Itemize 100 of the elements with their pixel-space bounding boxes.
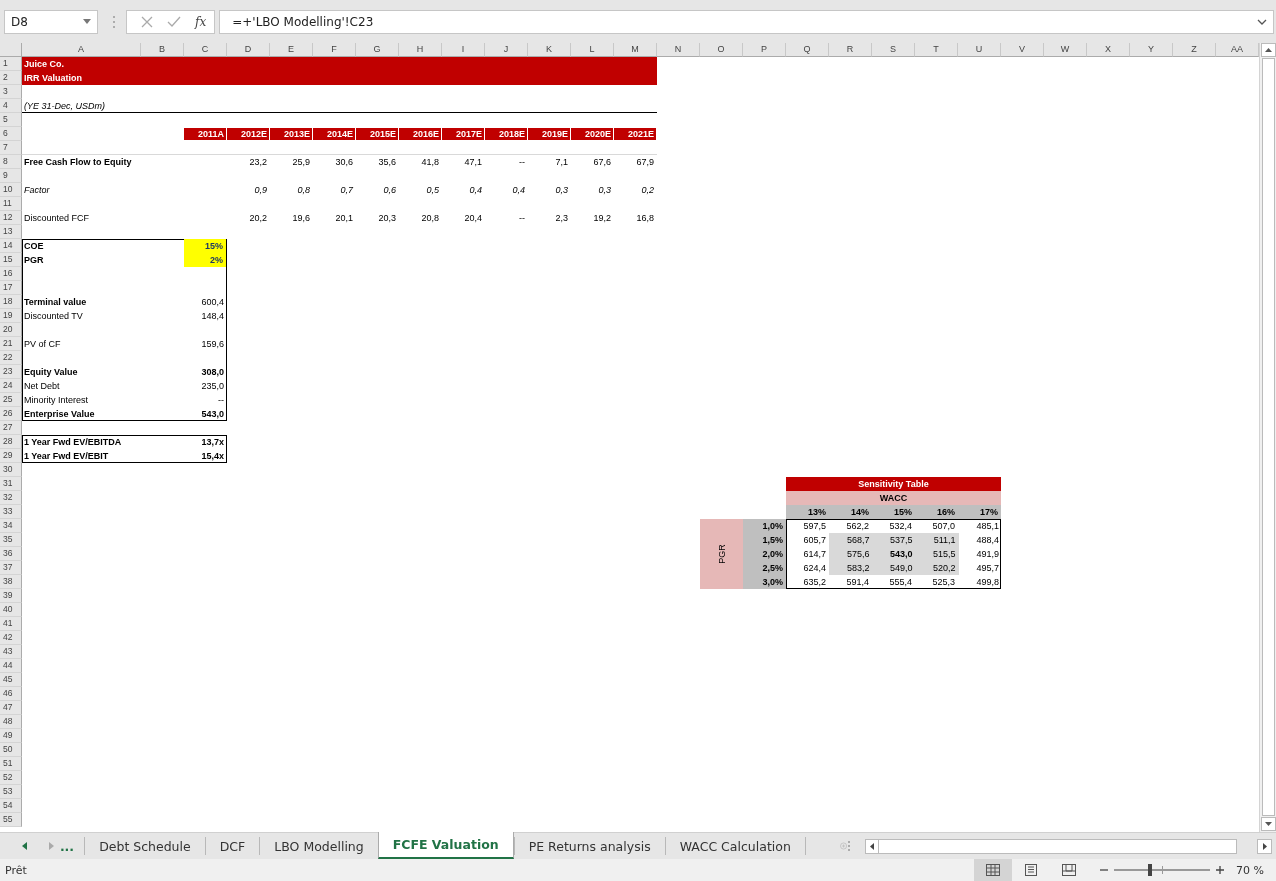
column-header[interactable]: S bbox=[872, 43, 915, 57]
row-header[interactable]: 27 bbox=[0, 421, 22, 435]
row-header[interactable]: 29 bbox=[0, 449, 22, 463]
row-header[interactable]: 16 bbox=[0, 267, 22, 281]
row-header[interactable]: 43 bbox=[0, 645, 22, 659]
scroll-right-icon[interactable] bbox=[1257, 838, 1272, 854]
view-button[interactable] bbox=[974, 859, 1013, 881]
row-header[interactable]: 3 bbox=[0, 85, 22, 99]
column-header[interactable]: C bbox=[184, 43, 227, 57]
column-header[interactable]: AA bbox=[1216, 43, 1259, 57]
column-header[interactable]: Z bbox=[1173, 43, 1216, 57]
scroll-up-icon[interactable] bbox=[1260, 43, 1276, 57]
row-header[interactable]: 39 bbox=[0, 589, 22, 603]
row-header[interactable]: 21 bbox=[0, 337, 22, 351]
row-header[interactable]: 19 bbox=[0, 309, 22, 323]
row-header[interactable]: 20 bbox=[0, 323, 22, 337]
zoom-in-icon[interactable] bbox=[1216, 866, 1225, 874]
name-box[interactable]: D8 bbox=[4, 9, 98, 34]
row-header[interactable]: 7 bbox=[0, 141, 22, 155]
row-header[interactable]: 4 bbox=[0, 99, 22, 113]
row-header[interactable]: 36 bbox=[0, 547, 22, 561]
column-header[interactable]: Y bbox=[1130, 43, 1173, 57]
insert-function-button[interactable]: fx bbox=[195, 14, 207, 29]
row-header[interactable]: 32 bbox=[0, 491, 22, 505]
row-header[interactable]: 53 bbox=[0, 785, 22, 799]
row-header[interactable]: 52 bbox=[0, 771, 22, 785]
row-header[interactable]: 25 bbox=[0, 393, 22, 407]
row-header[interactable]: 47 bbox=[0, 701, 22, 715]
column-header[interactable]: N bbox=[657, 43, 700, 57]
row-header[interactable]: 2 bbox=[0, 71, 22, 85]
check-icon[interactable] bbox=[167, 15, 181, 28]
scroll-left-icon[interactable] bbox=[22, 842, 28, 850]
row-header[interactable]: 40 bbox=[0, 603, 22, 617]
row-header[interactable]: 50 bbox=[0, 743, 22, 757]
row-header[interactable]: 8 bbox=[0, 155, 22, 169]
column-header[interactable]: U bbox=[958, 43, 1001, 57]
row-header[interactable]: 13 bbox=[0, 225, 22, 239]
row-header[interactable]: 35 bbox=[0, 533, 22, 547]
row-header[interactable]: 44 bbox=[0, 659, 22, 673]
column-header[interactable]: E bbox=[270, 43, 313, 57]
column-header[interactable]: H bbox=[399, 43, 442, 57]
row-header[interactable]: 6 bbox=[0, 127, 22, 141]
row-header[interactable]: 42 bbox=[0, 631, 22, 645]
zoom-slider[interactable] bbox=[1114, 864, 1211, 876]
row-header[interactable]: 14 bbox=[0, 239, 22, 253]
row-header[interactable]: 22 bbox=[0, 351, 22, 365]
more-tabs-button[interactable]: ... bbox=[59, 833, 85, 859]
formula-field[interactable]: =+'LBO Modelling'!C23 bbox=[219, 9, 1274, 34]
column-header[interactable]: P bbox=[743, 43, 786, 57]
sheet-tab[interactable]: DCF bbox=[204, 837, 260, 855]
row-header[interactable]: 15 bbox=[0, 253, 22, 267]
column-header[interactable]: D bbox=[227, 43, 270, 57]
row-header[interactable]: 11 bbox=[0, 197, 22, 211]
row-header[interactable]: 34 bbox=[0, 519, 22, 533]
row-header[interactable]: 51 bbox=[0, 757, 22, 771]
scroll-down-icon[interactable] bbox=[1260, 817, 1276, 831]
row-header[interactable]: 28 bbox=[0, 435, 22, 449]
row-header[interactable]: 5 bbox=[0, 113, 22, 127]
sheet-tab[interactable]: PE Returns analysis bbox=[513, 837, 665, 855]
row-header[interactable]: 18 bbox=[0, 295, 22, 309]
slider-thumb[interactable] bbox=[1148, 864, 1153, 876]
row-header[interactable]: 1 bbox=[0, 57, 22, 71]
row-header[interactable]: 26 bbox=[0, 407, 22, 421]
scroll-thumb[interactable] bbox=[1261, 58, 1275, 816]
row-header[interactable]: 17 bbox=[0, 281, 22, 295]
column-header[interactable]: R bbox=[829, 43, 872, 57]
column-header[interactable]: Q bbox=[786, 43, 829, 57]
column-header[interactable]: M bbox=[614, 43, 657, 57]
zoom-out-icon[interactable] bbox=[1100, 866, 1109, 874]
row-header[interactable]: 41 bbox=[0, 617, 22, 631]
sheet-tab[interactable]: Debt Schedule bbox=[84, 837, 205, 855]
column-header[interactable]: I bbox=[442, 43, 485, 57]
column-header[interactable]: A bbox=[22, 43, 141, 57]
row-header[interactable]: 54 bbox=[0, 799, 22, 813]
row-header[interactable]: 12 bbox=[0, 211, 22, 225]
expand-icon[interactable] bbox=[1257, 18, 1267, 25]
row-header[interactable]: 23 bbox=[0, 365, 22, 379]
row-header[interactable]: 38 bbox=[0, 575, 22, 589]
column-header[interactable]: V bbox=[1001, 43, 1044, 57]
column-header[interactable]: T bbox=[915, 43, 958, 57]
row-header[interactable]: 48 bbox=[0, 715, 22, 729]
row-header[interactable]: 24 bbox=[0, 379, 22, 393]
zoom-level[interactable]: 70 % bbox=[1236, 863, 1264, 877]
column-header[interactable]: J bbox=[485, 43, 528, 57]
horizontal-scrollbar[interactable] bbox=[865, 838, 1237, 854]
row-header[interactable]: 46 bbox=[0, 687, 22, 701]
row-header[interactable]: 10 bbox=[0, 183, 22, 197]
vertical-scrollbar[interactable] bbox=[1259, 43, 1276, 832]
column-header[interactable]: L bbox=[571, 43, 614, 57]
row-header[interactable]: 37 bbox=[0, 561, 22, 575]
column-header[interactable]: O bbox=[700, 43, 743, 57]
row-header[interactable]: 55 bbox=[0, 813, 22, 827]
column-header[interactable]: G bbox=[356, 43, 399, 57]
column-header[interactable]: K bbox=[528, 43, 571, 57]
column-header[interactable]: W bbox=[1044, 43, 1087, 57]
sheet-tab[interactable]: WACC Calculation bbox=[664, 837, 805, 855]
caret-icon[interactable] bbox=[83, 19, 91, 24]
column-header[interactable]: X bbox=[1087, 43, 1130, 57]
row-header[interactable]: 49 bbox=[0, 729, 22, 743]
row-header[interactable]: 30 bbox=[0, 463, 22, 477]
